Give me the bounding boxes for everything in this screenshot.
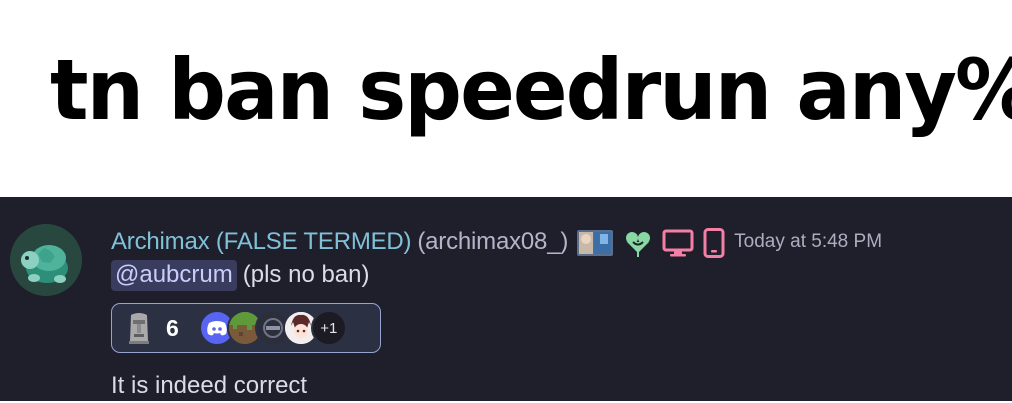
reaction-pill[interactable]: 6 +1 (111, 303, 381, 353)
caption-title: tn ban speedrun any% (50, 41, 1012, 139)
discord-icon (206, 321, 227, 336)
chat-message: Archimax (FALSE TERMED) (archimax08_) To… (0, 197, 1012, 401)
reactor-avatars: +1 (198, 310, 347, 346)
username[interactable]: (archimax08_) (417, 228, 568, 256)
user-mention[interactable]: @aubcrum (111, 259, 237, 291)
message-header: Archimax (FALSE TERMED) (archimax08_) To… (111, 225, 882, 259)
moai-emoji-icon (126, 311, 152, 345)
message-timestamp[interactable]: Today at 5:48 PM (734, 231, 882, 253)
mobile-icon[interactable] (702, 228, 726, 258)
message-mention-line: @aubcrum (pls no ban) (111, 257, 370, 293)
caption-area: tn ban speedrun any% (0, 0, 1012, 197)
user-avatar[interactable] (10, 224, 82, 296)
more-reactors-count[interactable]: +1 (310, 310, 347, 346)
message-text-reply: (pls no ban) (242, 261, 370, 288)
display-name[interactable]: Archimax (FALSE TERMED) (111, 228, 412, 256)
message-text: It is indeed correct (111, 372, 308, 399)
profile-photo-badge[interactable] (576, 228, 614, 256)
desktop-icon[interactable] (662, 228, 694, 257)
turtle-icon (10, 224, 82, 296)
clover-heart-icon[interactable] (622, 228, 654, 257)
reaction-count: 6 (166, 314, 179, 341)
